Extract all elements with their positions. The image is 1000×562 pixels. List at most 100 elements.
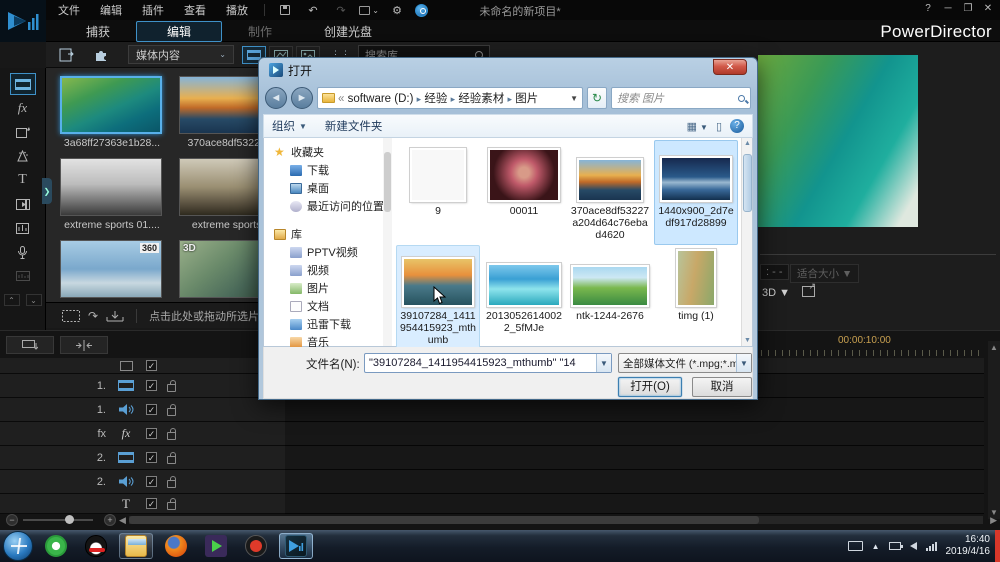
library-item-0[interactable]: 3a68ff27363e1b28... [60, 76, 164, 149]
undock-preview-icon[interactable] [802, 281, 816, 297]
taskbar-powerdirector-button[interactable] [279, 533, 313, 559]
menu-1[interactable]: 编辑 [90, 0, 132, 20]
undo-button[interactable]: ↶ [303, 3, 323, 17]
breadcrumb[interactable]: « software (D:) ▸ 经验 ▸ 经验素材 ▸ 图片 ▼ [317, 87, 583, 109]
menu-2[interactable]: 插件 [132, 0, 174, 20]
track-header-2[interactable]: 1. ✓ [0, 398, 285, 422]
scroll-right-icon[interactable]: ▶ [990, 515, 997, 526]
dialog-close-button[interactable]: ✕ [713, 59, 747, 75]
chapter-room[interactable] [10, 265, 36, 287]
file-item-5[interactable]: 20130526140022_5fMJe [482, 245, 566, 350]
track-enable-checkbox[interactable]: ✓ [146, 428, 157, 439]
rooms-scroll-down-button[interactable]: ⌄ [25, 294, 42, 306]
track-header-0[interactable]: ✓ [0, 358, 285, 374]
battery-icon[interactable] [888, 542, 903, 550]
network-icon[interactable] [925, 541, 937, 551]
zoom-slider[interactable] [23, 515, 93, 524]
particle-room[interactable] [10, 145, 36, 167]
track-enable-checkbox[interactable]: ✓ [146, 360, 157, 371]
effect-room[interactable]: fx [10, 97, 36, 119]
sidebar-item-1-2[interactable]: 图片 [274, 279, 392, 297]
sidebar-item-1-4[interactable]: 迅雷下载 [274, 315, 392, 333]
plugin-button[interactable] [88, 45, 114, 65]
speaker-icon[interactable] [909, 542, 917, 550]
track-lane-5[interactable] [285, 470, 984, 494]
file-item-2[interactable]: 370ace8df53227a204d64c76ebad4620 [568, 140, 652, 245]
breadcrumb-dropdown-icon[interactable]: ▼ [570, 94, 578, 103]
taskbar-browser360-button[interactable] [39, 533, 73, 559]
track-enable-checkbox[interactable]: ✓ [146, 476, 157, 487]
pip-objects-room[interactable] [10, 121, 36, 143]
help-button[interactable]: ? [920, 1, 936, 15]
rooms-scroll-up-button[interactable]: ⌃ [3, 294, 20, 306]
tray-expand-icon[interactable]: ▲ [872, 542, 880, 551]
timeline-horizontal-scrollbar[interactable] [128, 516, 984, 524]
scroll-left-icon[interactable]: ◀ [119, 515, 126, 526]
aspect-ratio-button[interactable]: ⌄ [359, 3, 379, 17]
restore-button[interactable]: ❐ [960, 1, 976, 15]
track-lock-icon[interactable] [167, 475, 176, 488]
track-enable-checkbox[interactable]: ✓ [146, 452, 157, 463]
back-button[interactable]: ◄ [265, 87, 287, 109]
track-lock-icon[interactable] [167, 497, 176, 510]
audio-mixing-room[interactable] [10, 217, 36, 239]
track-lock-icon[interactable] [167, 403, 176, 416]
settings-button[interactable]: ⚙ [387, 3, 407, 17]
sidebar-expander[interactable]: ❯ [42, 178, 52, 204]
taskbar-potplayer-button[interactable] [199, 533, 233, 559]
track-lane-6[interactable] [285, 494, 984, 514]
sidebar-scrollbar[interactable] [383, 138, 392, 346]
track-header-6[interactable]: T ✓ [0, 494, 285, 514]
open-button[interactable]: 打开(O) [618, 377, 682, 397]
tab-edit[interactable]: 编辑 [136, 20, 223, 42]
new-folder-button[interactable]: 新建文件夹 [325, 118, 383, 134]
track-lane-2[interactable] [285, 398, 984, 422]
cancel-button[interactable]: 取消 [692, 377, 752, 397]
start-button[interactable] [3, 531, 33, 561]
track-header-3[interactable]: fx fx ✓ [0, 422, 285, 446]
forward-button[interactable]: ► [291, 87, 313, 109]
track-manager-button[interactable] [6, 336, 54, 354]
organize-dropdown[interactable]: 组织 ▼ [272, 118, 307, 134]
library-item-2[interactable]: extreme sports 01.... [60, 158, 164, 231]
menu-0[interactable]: 文件 [48, 0, 90, 20]
timeline-vertical-scrollbar[interactable]: ▲ ▼ [988, 341, 1000, 519]
track-lock-icon[interactable] [167, 379, 176, 392]
dialog-search-input[interactable]: 搜索 图片 [611, 87, 751, 109]
sidebar-item-0-1[interactable]: 桌面 [274, 179, 392, 197]
tab-produce[interactable]: 制作 [222, 21, 298, 42]
breadcrumb-segment-0[interactable]: software (D:) [348, 93, 414, 105]
zoom-out-button[interactable]: − [6, 514, 18, 526]
library-item-4[interactable]: 360 [60, 240, 164, 301]
taskbar-clock[interactable]: 16:40 2019/4/16 [946, 534, 991, 558]
sidebar-item-1-1[interactable]: 视频 [274, 261, 392, 279]
input-method-icon[interactable] [847, 541, 863, 551]
file-item-4[interactable]: 39107284_1411954415923_mthumb [396, 245, 480, 350]
taskbar-recorder-button[interactable] [239, 533, 273, 559]
track-enable-checkbox[interactable]: ✓ [146, 498, 157, 509]
file-item-1[interactable]: 00011 [482, 140, 566, 245]
filename-dropdown-icon[interactable]: ▼ [596, 354, 611, 372]
track-lane-4[interactable] [285, 446, 984, 470]
dialog-title-bar[interactable]: 打开 [263, 58, 753, 82]
save-button[interactable] [275, 3, 295, 17]
file-item-6[interactable]: ntk-1244-2676 [568, 245, 652, 350]
track-lane-3[interactable] [285, 422, 984, 446]
tab-capture[interactable]: 捕获 [60, 21, 136, 42]
track-lock-icon[interactable] [167, 451, 176, 464]
sidebar-item-0-2[interactable]: 最近访问的位置 [274, 197, 392, 215]
close-button[interactable]: ✕ [980, 1, 996, 15]
file-item-3[interactable]: 1440x900_2d7edf917d28899 [654, 140, 738, 245]
track-enable-checkbox[interactable]: ✓ [146, 380, 157, 391]
preview-3d-dropdown[interactable]: 3D ▼ [762, 287, 790, 299]
media-room[interactable] [9, 73, 36, 95]
menu-3[interactable]: 查看 [174, 0, 216, 20]
snap-button[interactable] [60, 336, 108, 354]
voiceover-room[interactable] [10, 241, 36, 263]
file-item-7[interactable]: timg (1) [654, 245, 738, 350]
media-content-dropdown[interactable]: 媒体内容 ⌄ [128, 45, 234, 64]
sidebar-group-1[interactable]: 库 [274, 225, 392, 243]
transition-room[interactable] [10, 193, 36, 215]
zoom-in-button[interactable]: + [104, 514, 116, 526]
sidebar-item-1-3[interactable]: 文档 [274, 297, 392, 315]
